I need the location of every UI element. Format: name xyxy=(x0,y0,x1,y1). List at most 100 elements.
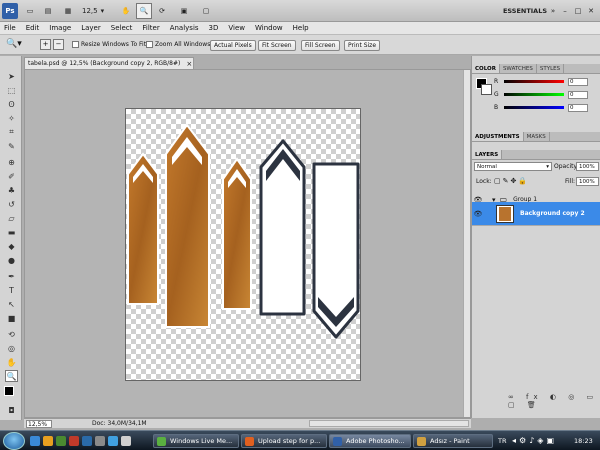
close-icon[interactable]: ✕ xyxy=(586,3,596,19)
menu-analysis[interactable]: Analysis xyxy=(170,24,199,32)
zoom-tool-icon[interactable]: 🔍 xyxy=(5,370,18,382)
zoom-out-icon[interactable]: − xyxy=(53,39,64,50)
path-selection-icon[interactable]: ↖ xyxy=(5,298,18,310)
actual-pixels-button[interactable]: Actual Pixels xyxy=(210,40,256,51)
zoom-tool-preset-icon[interactable]: 🔍▾ xyxy=(6,39,22,49)
fit-screen-button[interactable]: Fit Screen xyxy=(258,40,296,51)
taskbar-item-browser[interactable]: Upload step for p... xyxy=(241,434,327,448)
tab-swatches[interactable]: SWATCHES xyxy=(500,64,537,73)
tab-masks[interactable]: MASKS xyxy=(524,132,550,141)
status-zoom-field[interactable]: 12,5% xyxy=(26,419,52,428)
resize-windows-checkbox[interactable]: Resize Windows To Fit xyxy=(72,41,146,48)
tab-color[interactable]: COLOR xyxy=(472,64,500,73)
eye-icon[interactable]: 👁 xyxy=(472,210,484,218)
arrange-documents-icon[interactable]: ▣ xyxy=(176,3,192,19)
language-indicator[interactable]: TR xyxy=(498,437,507,445)
print-size-button[interactable]: Print Size xyxy=(344,40,381,51)
fill-field[interactable]: 100% xyxy=(576,177,599,186)
quicklaunch-app4-icon[interactable] xyxy=(108,436,118,446)
color-panel-background[interactable] xyxy=(481,84,492,95)
3d-orbit-icon[interactable]: ◎ xyxy=(5,342,18,354)
type-tool-icon[interactable]: T xyxy=(5,284,18,296)
blue-value-field[interactable]: 0 xyxy=(568,103,588,112)
taskbar-item-paint[interactable]: Adsız - Paint xyxy=(413,434,493,448)
lasso-tool-icon[interactable]: ʘ xyxy=(5,98,18,110)
dodge-tool-icon[interactable]: ● xyxy=(5,254,18,266)
eraser-tool-icon[interactable]: ▱ xyxy=(5,212,18,224)
fill-screen-button[interactable]: Fill Screen xyxy=(301,40,340,51)
shape-tool-icon[interactable]: ■ xyxy=(5,312,18,324)
taskbar-item-messenger[interactable]: Windows Live Me... xyxy=(153,434,239,448)
gradient-tool-icon[interactable]: ▬ xyxy=(5,226,18,238)
healing-brush-icon[interactable]: ⊕ xyxy=(5,156,18,168)
rotate-view-icon[interactable]: ⟳ xyxy=(154,3,170,19)
foreground-color-swatch[interactable] xyxy=(4,386,14,396)
close-document-icon[interactable]: × xyxy=(186,60,192,68)
quicklaunch-media-icon[interactable] xyxy=(56,436,66,446)
tab-styles[interactable]: STYLES xyxy=(537,64,565,73)
layer-panel-footer-icons[interactable]: ∞ fx ◐ ◎ ▭ ▢ 🗑 xyxy=(508,393,600,409)
green-slider[interactable] xyxy=(504,93,564,96)
menu-view[interactable]: View xyxy=(228,24,245,32)
menu-image[interactable]: Image xyxy=(49,24,71,32)
view-extras-icon[interactable]: ▦ xyxy=(60,3,76,19)
workspace-switcher[interactable]: ESSENTIALS xyxy=(500,3,550,19)
quicklaunch-folder-icon[interactable] xyxy=(43,436,53,446)
pen-tool-icon[interactable]: ✒ xyxy=(5,270,18,282)
crop-tool-icon[interactable]: ⌗ xyxy=(5,126,18,138)
green-value-field[interactable]: 0 xyxy=(568,90,588,99)
zoom-level-field[interactable]: 12,5 ▾ xyxy=(82,3,112,19)
vertical-scrollbar[interactable] xyxy=(463,70,470,417)
taskbar-item-photoshop[interactable]: Adobe Photosho... xyxy=(329,434,411,448)
menu-edit[interactable]: Edit xyxy=(26,24,40,32)
history-brush-icon[interactable]: ↺ xyxy=(5,198,18,210)
quicklaunch-app-icon[interactable] xyxy=(69,436,79,446)
quick-mask-icon[interactable]: ◘ xyxy=(5,404,18,416)
zoom-all-checkbox[interactable]: Zoom All Windows xyxy=(146,41,210,48)
maximize-icon[interactable]: □ xyxy=(573,3,583,19)
bridge-icon[interactable]: ▭ xyxy=(22,3,38,19)
3d-rotate-icon[interactable]: ⟲ xyxy=(5,328,18,340)
brush-tool-icon[interactable]: ✐ xyxy=(5,170,18,182)
eyedropper-icon[interactable]: ✎ xyxy=(5,140,18,152)
layer-row-selected[interactable]: 👁 Background copy 2 xyxy=(472,202,600,226)
menu-file[interactable]: File xyxy=(4,24,16,32)
quicklaunch-app5-icon[interactable] xyxy=(121,436,131,446)
horizontal-scrollbar[interactable] xyxy=(309,420,469,427)
document-tab[interactable]: tabela.psd @ 12,5% (Background copy 2, R… xyxy=(24,57,194,69)
menu-help[interactable]: Help xyxy=(293,24,309,32)
hand-tool-icon[interactable]: ✋ xyxy=(5,356,18,368)
blur-tool-icon[interactable]: ◆ xyxy=(5,240,18,252)
clone-stamp-icon[interactable]: ♣ xyxy=(5,184,18,196)
menu-select[interactable]: Select xyxy=(111,24,133,32)
quicklaunch-ie-icon[interactable] xyxy=(30,436,40,446)
quicklaunch-app3-icon[interactable] xyxy=(95,436,105,446)
menu-window[interactable]: Window xyxy=(255,24,283,32)
move-tool-icon[interactable]: ➤ xyxy=(5,70,18,82)
tray-icons[interactable]: ◂⚙♪◈▣ xyxy=(512,436,557,445)
mini-bridge-icon[interactable]: ▤ xyxy=(40,3,56,19)
blend-mode-select[interactable]: Normal ▾ xyxy=(474,162,552,171)
menu-layer[interactable]: Layer xyxy=(81,24,101,32)
lock-icons[interactable]: ▢✎✥🔒 xyxy=(494,177,529,185)
red-slider[interactable] xyxy=(504,80,564,83)
zoom-tool-icon[interactable]: 🔍 xyxy=(136,3,152,19)
clock[interactable]: 18:23 xyxy=(574,437,593,445)
tab-layers[interactable]: LAYERS xyxy=(472,150,503,159)
menu-filter[interactable]: Filter xyxy=(142,24,159,32)
workspace-menu-icon[interactable]: » xyxy=(548,3,558,19)
menu-3d[interactable]: 3D xyxy=(209,24,219,32)
screen-mode-icon[interactable]: ▢ xyxy=(198,3,214,19)
tab-adjustments[interactable]: ADJUSTMENTS xyxy=(472,132,524,141)
quicklaunch-app2-icon[interactable] xyxy=(82,436,92,446)
magic-wand-icon[interactable]: ✧ xyxy=(5,112,18,124)
zoom-in-icon[interactable]: + xyxy=(40,39,51,50)
minimize-icon[interactable]: – xyxy=(560,3,570,19)
red-value-field[interactable]: 0 xyxy=(568,77,588,86)
opacity-field[interactable]: 100% xyxy=(576,162,599,171)
hand-tool-icon[interactable]: ✋ xyxy=(118,3,134,19)
marquee-tool-icon[interactable]: ⬚ xyxy=(5,84,18,96)
start-button[interactable] xyxy=(3,432,25,450)
blue-slider[interactable] xyxy=(504,106,564,109)
canvas[interactable] xyxy=(125,108,361,381)
